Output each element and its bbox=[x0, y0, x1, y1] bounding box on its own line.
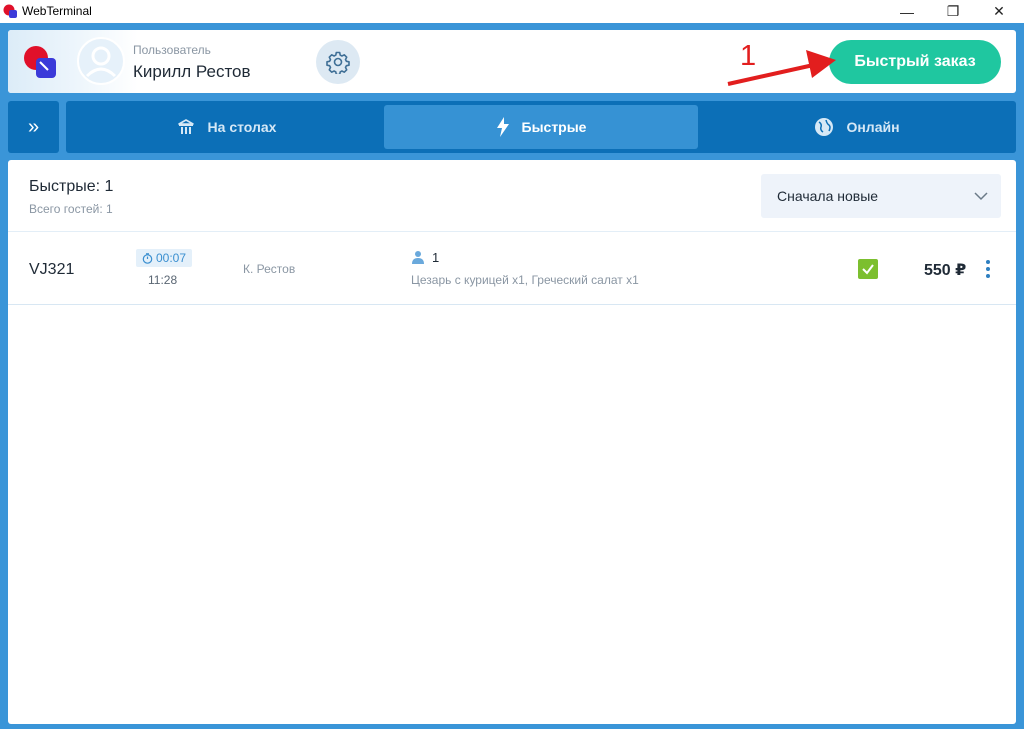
app-icon bbox=[3, 4, 17, 18]
sort-select-value: Сначала новые bbox=[777, 188, 879, 204]
tab-tables[interactable]: На столах bbox=[70, 105, 382, 149]
order-price: 550 ₽ bbox=[924, 262, 967, 279]
user-caption: Пользователь bbox=[133, 43, 211, 57]
quick-order-button[interactable]: Быстрый заказ bbox=[829, 40, 1001, 84]
order-id: VJ321 bbox=[29, 261, 75, 278]
guest-count: 1 bbox=[432, 250, 440, 265]
logo-area bbox=[8, 30, 138, 93]
maximize-button[interactable]: ❐ bbox=[930, 0, 976, 23]
timer-value: 00:07 bbox=[155, 251, 187, 265]
chevron-down-icon bbox=[974, 192, 988, 201]
double-chevron-right-icon: » bbox=[27, 115, 40, 138]
settings-button[interactable] bbox=[316, 40, 360, 84]
stopwatch-icon bbox=[142, 252, 153, 264]
order-time: 11:28 bbox=[148, 273, 178, 287]
annotation-arrow-icon bbox=[727, 50, 836, 86]
paid-status-check bbox=[858, 259, 878, 279]
waiter-name: К. Рестов bbox=[243, 262, 296, 276]
tables-icon bbox=[177, 119, 194, 134]
globe-icon bbox=[815, 118, 834, 136]
orders-panel: Быстрые: 1 Всего гостей: 1 Сначала новые… bbox=[8, 160, 1016, 724]
app-logo-icon bbox=[24, 46, 56, 78]
close-button[interactable]: ✕ bbox=[976, 0, 1022, 23]
tab-bar: На столах Быстрые Онлайн bbox=[66, 101, 1016, 153]
window-titlebar: WebTerminal — ❐ ✕ bbox=[0, 0, 1024, 23]
guest-icon bbox=[412, 251, 424, 264]
more-options-icon[interactable] bbox=[980, 258, 996, 280]
avatar-icon[interactable] bbox=[76, 36, 126, 86]
tab-online[interactable]: Онлайн bbox=[702, 105, 1012, 149]
gear-icon bbox=[326, 51, 350, 74]
lightning-icon bbox=[496, 117, 509, 137]
check-icon bbox=[862, 264, 874, 275]
order-items: Цезарь с курицей x1, Греческий салат x1 bbox=[411, 273, 639, 287]
expand-sidebar-button[interactable]: » bbox=[8, 101, 59, 153]
tab-online-label: Онлайн bbox=[846, 119, 900, 135]
user-name: Кирилл Рестов bbox=[133, 62, 251, 81]
tab-tables-label: На столах bbox=[207, 119, 277, 135]
list-subtitle: Всего гостей: 1 bbox=[29, 202, 113, 216]
list-title: Быстрые: 1 bbox=[29, 178, 114, 195]
timer-badge: 00:07 bbox=[136, 249, 192, 267]
minimize-button[interactable]: — bbox=[884, 0, 930, 23]
order-row[interactable]: VJ321 00:07 11:28 К. Рестов 1 Цезарь с к… bbox=[8, 232, 1016, 305]
sort-select[interactable]: Сначала новые bbox=[761, 174, 1001, 218]
tab-quick[interactable]: Быстрые bbox=[384, 105, 698, 149]
window-title: WebTerminal bbox=[22, 4, 92, 18]
tab-quick-label: Быстрые bbox=[521, 119, 587, 135]
app-header: Пользователь Кирилл Рестов Быстрый заказ bbox=[8, 30, 1016, 93]
